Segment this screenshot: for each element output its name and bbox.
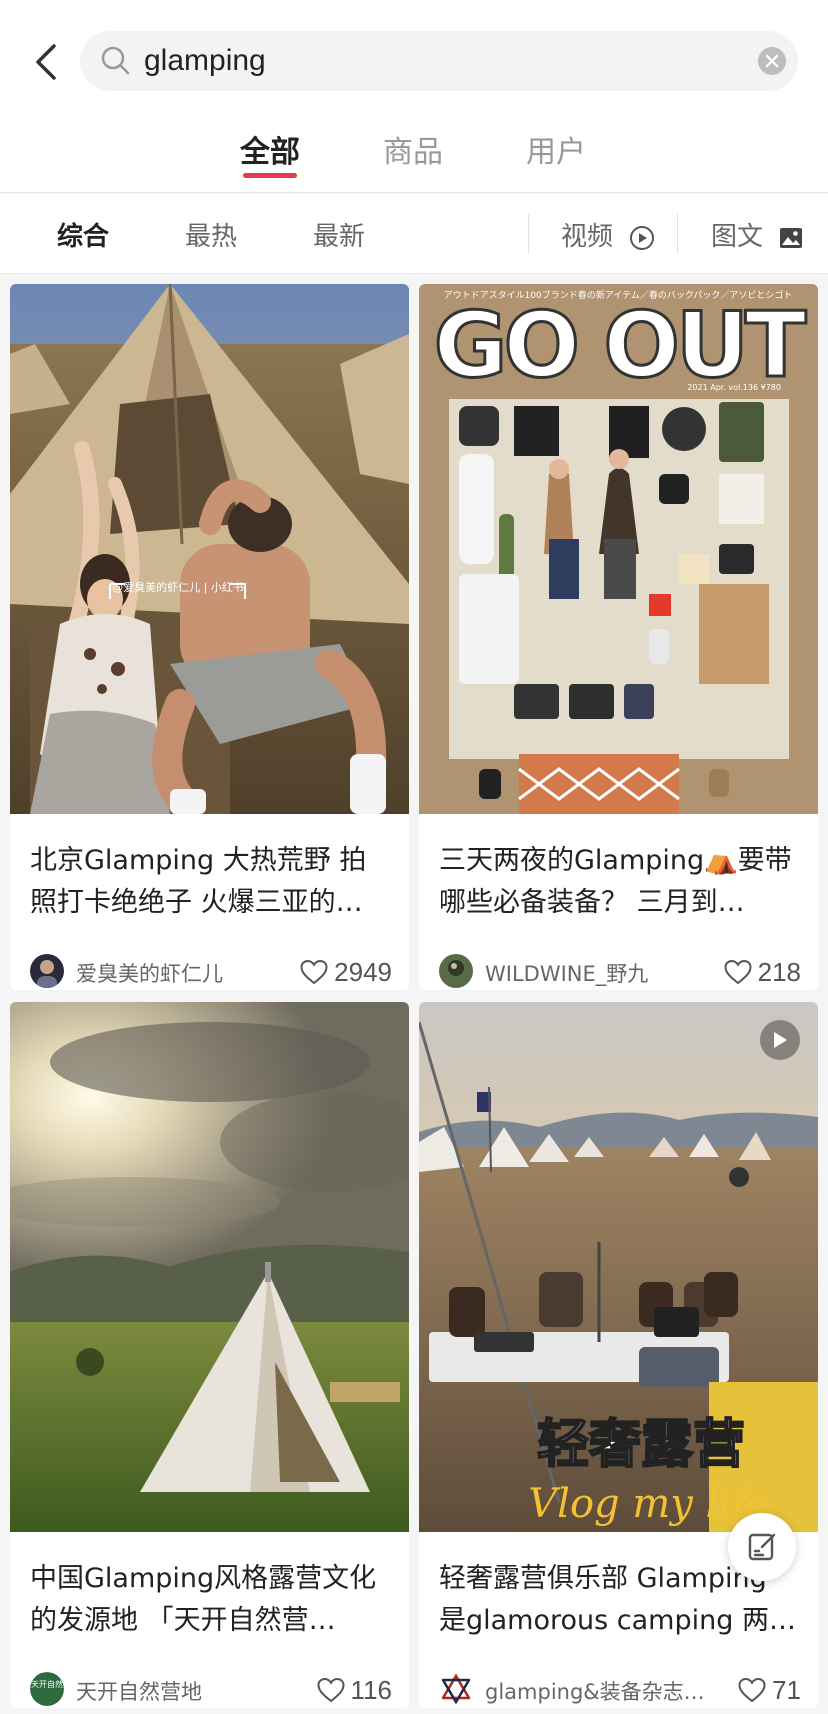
filter-image-text-label: 图文 bbox=[711, 222, 764, 252]
avatar-text: 天开自然 bbox=[31, 1679, 63, 1689]
note-card[interactable]: 中国Glamping风格露营文化的发源地 「天开自然营… 天开自然 天开自然营地… bbox=[10, 1002, 409, 1708]
filter-hottest[interactable]: 最热 bbox=[185, 216, 237, 253]
filter-video-label: 视频 bbox=[561, 222, 614, 252]
note-meta: 爱臭美的虾仁儿 2949 bbox=[30, 952, 392, 990]
divider bbox=[677, 214, 678, 254]
like-count: 2949 bbox=[334, 956, 392, 987]
heart-icon bbox=[300, 959, 328, 985]
note-meta: glamping&装备杂志… 71 bbox=[439, 1670, 801, 1708]
active-tab-indicator bbox=[243, 173, 297, 178]
note-card[interactable]: 轻奢露营 Vlog my life 轻奢露营俱乐部 Glamping 是glam… bbox=[419, 1002, 818, 1708]
like-count: 71 bbox=[772, 1674, 801, 1705]
chevron-left-icon bbox=[36, 44, 56, 80]
note-meta: WILDWINE_野九 218 bbox=[439, 952, 801, 990]
result-type-tabs: 全部 商品 用户 bbox=[0, 105, 828, 193]
filter-comprehensive[interactable]: 综合 bbox=[57, 216, 109, 253]
image-icon bbox=[780, 227, 803, 248]
heart-icon bbox=[738, 1677, 766, 1703]
author-name[interactable]: glamping&装备杂志… bbox=[485, 1676, 705, 1706]
heart-icon bbox=[317, 1677, 345, 1703]
filter-video[interactable]: 视频 bbox=[561, 216, 655, 253]
note-cover-image: アウトドアスタイル100ブランド春の新アイテム／春のバックパック／アソビとシゴト… bbox=[419, 284, 818, 814]
like-button[interactable]: 2949 bbox=[300, 954, 392, 990]
note-card[interactable]: アウトドアスタイル100ブランド春の新アイテム／春のバックパック／アソビとシゴト… bbox=[419, 284, 818, 990]
note-title: 中国Glamping风格露营文化的发源地 「天开自然营… bbox=[30, 1563, 377, 1636]
tab-all[interactable]: 全部 bbox=[240, 127, 300, 171]
heart-icon bbox=[724, 959, 752, 985]
filter-newest[interactable]: 最新 bbox=[313, 216, 365, 253]
like-button[interactable]: 71 bbox=[738, 1672, 801, 1708]
back-button[interactable] bbox=[24, 36, 68, 88]
image-watermark: @爱臭美的虾仁儿 | 小红书 bbox=[112, 580, 244, 594]
filter-bar: 综合 最热 最新 视频 图文 bbox=[0, 194, 828, 274]
like-button[interactable]: 218 bbox=[724, 954, 801, 990]
avatar[interactable] bbox=[30, 954, 64, 988]
avatar[interactable] bbox=[439, 1672, 473, 1706]
author-name[interactable]: WILDWINE_野九 bbox=[485, 958, 648, 988]
search-bar[interactable] bbox=[80, 31, 798, 91]
overlay-title: 轻奢露营 bbox=[537, 1415, 745, 1475]
avatar[interactable] bbox=[439, 954, 473, 988]
edit-note-icon bbox=[748, 1533, 776, 1561]
clear-search-button[interactable] bbox=[758, 47, 786, 75]
note-title: 三天两夜的Glamping⛺要带哪些必备装备？ 三月到… bbox=[439, 845, 792, 918]
overlay-script: Vlog my life bbox=[528, 1481, 769, 1527]
note-meta: 天开自然 天开自然营地 116 bbox=[30, 1670, 392, 1708]
note-title: 北京Glamping 大热荒野 拍照打卡绝绝子 火爆三亚的… bbox=[30, 845, 367, 918]
play-icon bbox=[774, 1032, 787, 1048]
like-count: 116 bbox=[350, 1674, 392, 1705]
note-cover-image: @爱臭美的虾仁儿 | 小红书 bbox=[10, 284, 409, 814]
avatar[interactable]: 天开自然 bbox=[30, 1672, 64, 1706]
note-cover-image: 轻奢露营 Vlog my life bbox=[419, 1002, 818, 1532]
header bbox=[0, 0, 828, 105]
play-circle-icon bbox=[630, 225, 655, 250]
author-name[interactable]: 天开自然营地 bbox=[76, 1676, 202, 1706]
note-card[interactable]: @爱臭美的虾仁儿 | 小红书 北京Glamping 大热荒野 拍照打卡绝绝子 火… bbox=[10, 284, 409, 990]
like-button[interactable]: 116 bbox=[317, 1672, 392, 1708]
note-cover-image bbox=[10, 1002, 409, 1532]
video-badge bbox=[760, 1020, 800, 1060]
filter-image-text[interactable]: 图文 bbox=[711, 216, 803, 253]
search-icon bbox=[101, 46, 130, 75]
like-count: 218 bbox=[757, 956, 801, 987]
tab-products[interactable]: 商品 bbox=[383, 127, 443, 171]
divider bbox=[528, 214, 529, 254]
tab-users[interactable]: 用户 bbox=[526, 127, 586, 171]
author-name[interactable]: 爱臭美的虾仁儿 bbox=[76, 958, 223, 988]
search-input[interactable] bbox=[144, 31, 704, 91]
close-icon bbox=[765, 54, 779, 68]
compose-button[interactable] bbox=[728, 1513, 796, 1581]
magazine-issue: 2021 Apr. vol.136 ¥780 bbox=[687, 383, 781, 392]
